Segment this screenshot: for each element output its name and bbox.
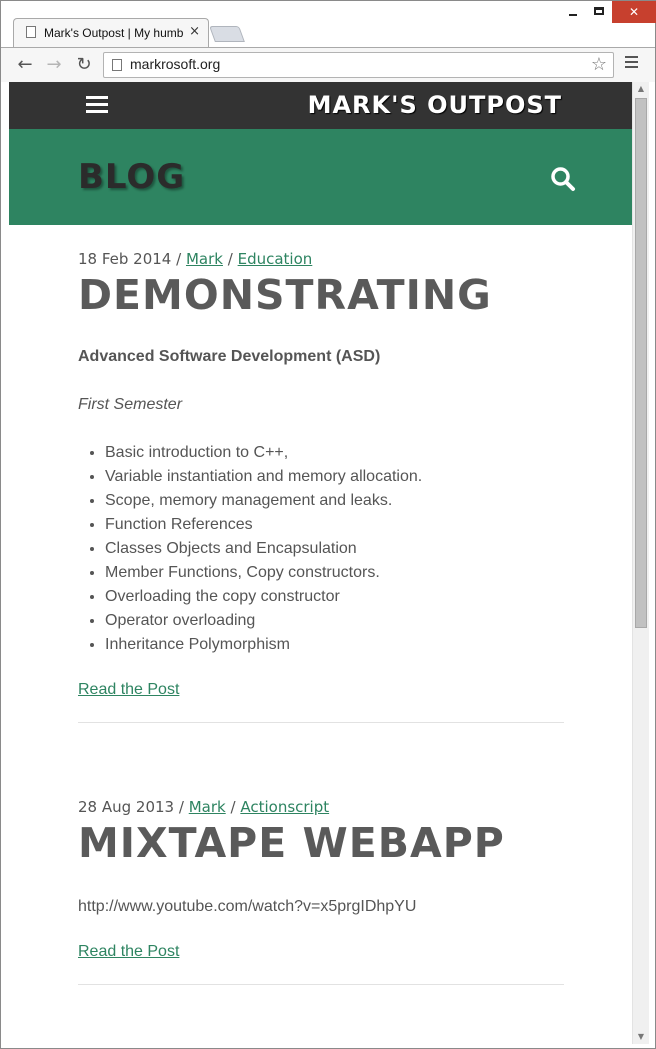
post-title[interactable]: MIXTAPE WEBAPP [78, 819, 564, 867]
minimize-icon [569, 14, 577, 16]
read-post-link[interactable]: Read the Post [78, 943, 179, 961]
post-title[interactable]: DEMONSTRATING [78, 271, 564, 319]
url-text[interactable]: markrosoft.org [130, 56, 220, 72]
post-semester: First Semester [78, 396, 183, 413]
post: 28 Aug 2013 / Mark / Actionscript MIXTAP… [78, 797, 564, 985]
read-post-link[interactable]: Read the Post [78, 681, 179, 699]
browser-menu-button[interactable] [625, 56, 639, 74]
list-item: Basic introduction to C++, [105, 441, 564, 465]
browser-toolbar: ← → ↻ markrosoft.org ☆ [1, 47, 655, 82]
vertical-scrollbar[interactable]: ▲ ▼ [632, 82, 649, 1044]
category-link[interactable]: Actionscript [240, 798, 329, 816]
maximize-button[interactable] [586, 1, 612, 23]
list-item: Scope, memory management and leaks. [105, 489, 564, 513]
list-item: Member Functions, Copy constructors. [105, 561, 564, 585]
list-item: Function References [105, 513, 564, 537]
list-item: Variable instantiation and memory alloca… [105, 465, 564, 489]
close-window-button[interactable]: ✕ [612, 1, 656, 23]
author-link[interactable]: Mark [189, 798, 226, 816]
site-header: MARK'S OUTPOST [9, 82, 632, 129]
tab-title: Mark's Outpost | My humble [44, 26, 184, 40]
forward-button[interactable]: → [42, 53, 66, 77]
browser-window: Mark's Outpost | My humble × ✕ ← → ↻ mar… [0, 0, 656, 1049]
list-item: Operator overloading [105, 609, 564, 633]
post-subtitle: Advanced Software Development (ASD) [78, 348, 381, 365]
post-list: 18 Feb 2014 / Mark / Education DEMONSTRA… [78, 225, 564, 985]
post-date: 28 Aug 2013 [78, 798, 175, 816]
page-icon [112, 59, 122, 71]
bookmark-star-icon[interactable]: ☆ [591, 54, 607, 76]
section-title: BLOG [78, 157, 186, 197]
post-date: 18 Feb 2014 [78, 250, 172, 268]
search-icon[interactable] [550, 166, 576, 192]
section-banner: BLOG [9, 129, 632, 225]
new-tab-button[interactable] [209, 26, 245, 42]
scroll-thumb[interactable] [635, 98, 647, 628]
page-viewport: MARK'S OUTPOST BLOG 18 Feb 2014 / Mark /… [9, 82, 632, 1044]
list-item: Inheritance Polymorphism [105, 633, 564, 657]
page-icon [26, 26, 36, 38]
back-button[interactable]: ← [13, 53, 37, 77]
scroll-up-arrow-icon[interactable]: ▲ [633, 82, 649, 96]
divider [78, 722, 564, 723]
address-bar[interactable]: markrosoft.org ☆ [103, 52, 614, 78]
post-meta: 18 Feb 2014 / Mark / Education [78, 250, 313, 268]
browser-tab[interactable]: Mark's Outpost | My humble × [13, 18, 209, 47]
tab-close-icon[interactable]: × [189, 24, 200, 40]
list-item: Overloading the copy constructor [105, 585, 564, 609]
maximize-icon [594, 7, 604, 15]
site-title[interactable]: MARK'S OUTPOST [308, 91, 562, 119]
reload-button[interactable]: ↻ [72, 53, 96, 77]
scroll-down-arrow-icon[interactable]: ▼ [633, 1030, 649, 1044]
minimize-button[interactable] [560, 1, 586, 23]
post-meta: 28 Aug 2013 / Mark / Actionscript [78, 798, 330, 816]
hamburger-menu-icon[interactable] [86, 96, 108, 114]
category-link[interactable]: Education [238, 250, 313, 268]
author-link[interactable]: Mark [186, 250, 223, 268]
divider [78, 984, 564, 985]
title-bar: Mark's Outpost | My humble × ✕ [1, 1, 656, 47]
list-item: Classes Objects and Encapsulation [105, 537, 564, 561]
post-body: http://www.youtube.com/watch?v=x5prgIDhp… [78, 898, 417, 915]
topic-list: Basic introduction to C++, Variable inst… [78, 441, 564, 657]
post: 18 Feb 2014 / Mark / Education DEMONSTRA… [78, 249, 564, 723]
